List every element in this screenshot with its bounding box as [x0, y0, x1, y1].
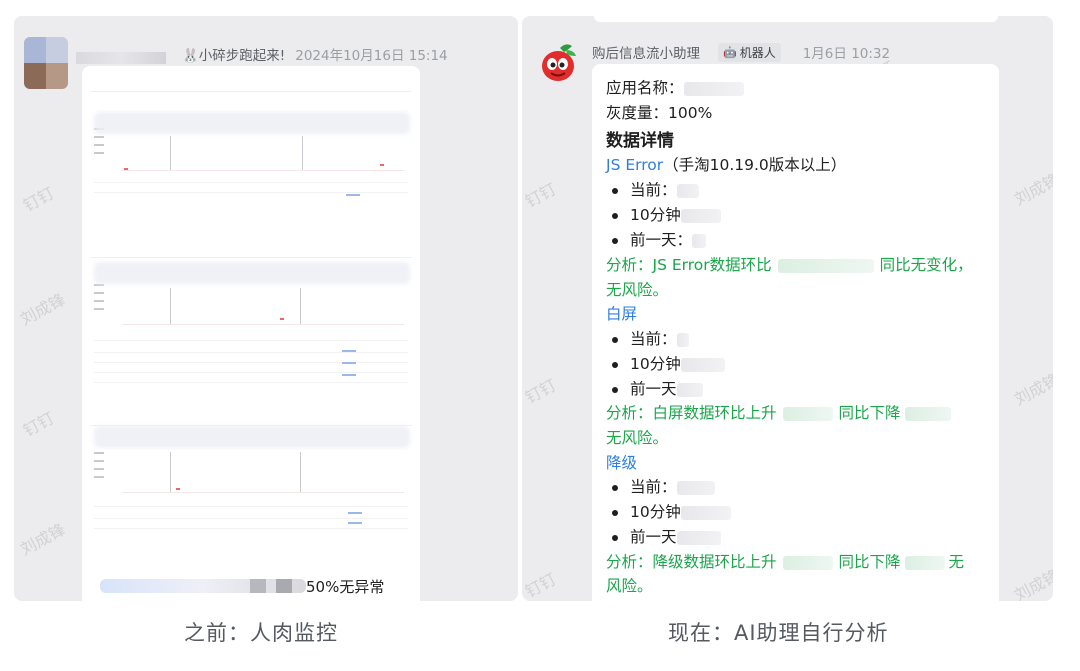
message-meta: 🐰小碎步跑起来! 2024年10月16日 15:14: [182, 44, 448, 64]
watermark: 钉钉: [522, 569, 560, 601]
message-summary: 50%无异常: [100, 576, 430, 598]
caption-after: 现在：AI助理自行分析: [668, 621, 889, 645]
analysis-text: 分析：JS Error数据环比 同比无变化，: [606, 256, 973, 274]
list-item: 前一天: [612, 525, 721, 547]
caption-before: 之前：人肉监控: [184, 621, 338, 645]
bot-message-bubble: 应用名称： 灰度量：100% 数据详情 JS Error（手淘10.19.0版本…: [592, 64, 999, 601]
section-title-downgrade[interactable]: 降级: [606, 451, 637, 473]
robot-badge-label: 机器人: [739, 45, 776, 60]
watermark: 刘成锋: [1011, 565, 1053, 601]
list-item: 10分钟: [612, 352, 725, 374]
section-title-white-screen[interactable]: 白屏: [606, 302, 637, 324]
list-item: 10分钟: [612, 203, 721, 225]
watermark: 钉钉: [20, 408, 58, 441]
bot-mascot-icon: [542, 44, 576, 81]
list-item: 当前：: [612, 327, 689, 349]
redacted-text: [94, 262, 410, 284]
bot-message-time: 1月6日 10:32: [802, 46, 891, 62]
previous-message-edge: [594, 16, 998, 22]
screenshot-image[interactable]: [82, 66, 420, 601]
redacted-text: [94, 426, 410, 448]
redacted-text: [94, 112, 410, 134]
bot-message-meta: 购后信息流小助理 🤖 机器人 1月6日 10:32: [592, 42, 890, 62]
watermark: 刘成锋: [1011, 169, 1053, 209]
bot-avatar[interactable]: [536, 40, 580, 84]
section-title-js-error: JS Error（手淘10.19.0版本以上）: [606, 153, 846, 175]
js-error-suffix: （手淘10.19.0版本以上）: [663, 156, 847, 174]
sender-name[interactable]: 🐰小碎步跑起来!: [182, 48, 285, 64]
analysis-text: 分析：白屏数据环比上升 同比下降: [606, 401, 951, 423]
robot-badge: 🤖 机器人: [718, 42, 781, 62]
sender-avatar[interactable]: [24, 37, 68, 89]
right-chat-panel: 钉钉 钉钉 刘成锋 钉钉 刘成锋 钉钉 刘成锋 购后信息流小助理 🤖机器人 1月…: [522, 16, 1053, 601]
redacted-name: [76, 52, 166, 64]
details-title: 数据详情: [606, 131, 674, 151]
watermark: 钉钉: [522, 179, 560, 212]
robot-icon: 🤖: [723, 45, 737, 59]
analysis-text: 分析：降级数据环比上升 同比下降无: [606, 553, 965, 571]
list-item: 当前：: [612, 475, 715, 497]
analysis-text: 无风险。: [606, 281, 669, 299]
gray-ratio: 灰度量：100%: [606, 104, 713, 122]
analysis-text: 无风险。: [606, 429, 669, 447]
app-name-row: 应用名称：: [606, 76, 744, 98]
watermark: 刘成锋: [1011, 369, 1053, 409]
watermark: 刘成锋: [17, 289, 69, 329]
watermark: 刘成锋: [17, 519, 69, 559]
watermark: 钉钉: [20, 183, 58, 216]
left-chat-panel: 钉钉 刘成锋 钉钉 刘成锋 🐰小碎步跑起来! 2024年10月16日 15:14: [14, 16, 518, 601]
bot-name[interactable]: 购后信息流小助理: [592, 42, 700, 62]
list-item: 当前：: [612, 178, 699, 200]
app-name-label: 应用名称：: [606, 79, 684, 97]
list-item: 前一天：: [612, 228, 707, 250]
list-item: 10分钟: [612, 500, 731, 522]
watermark: 钉钉: [522, 375, 560, 408]
js-error-link[interactable]: JS Error: [606, 156, 663, 174]
list-item: 前一天: [612, 377, 703, 399]
analysis-text: 风险。: [606, 577, 653, 595]
summary-text: 50%无异常: [306, 578, 385, 596]
mini-dashboard: [90, 78, 412, 228]
message-time: 2024年10月16日 15:14: [295, 48, 448, 64]
